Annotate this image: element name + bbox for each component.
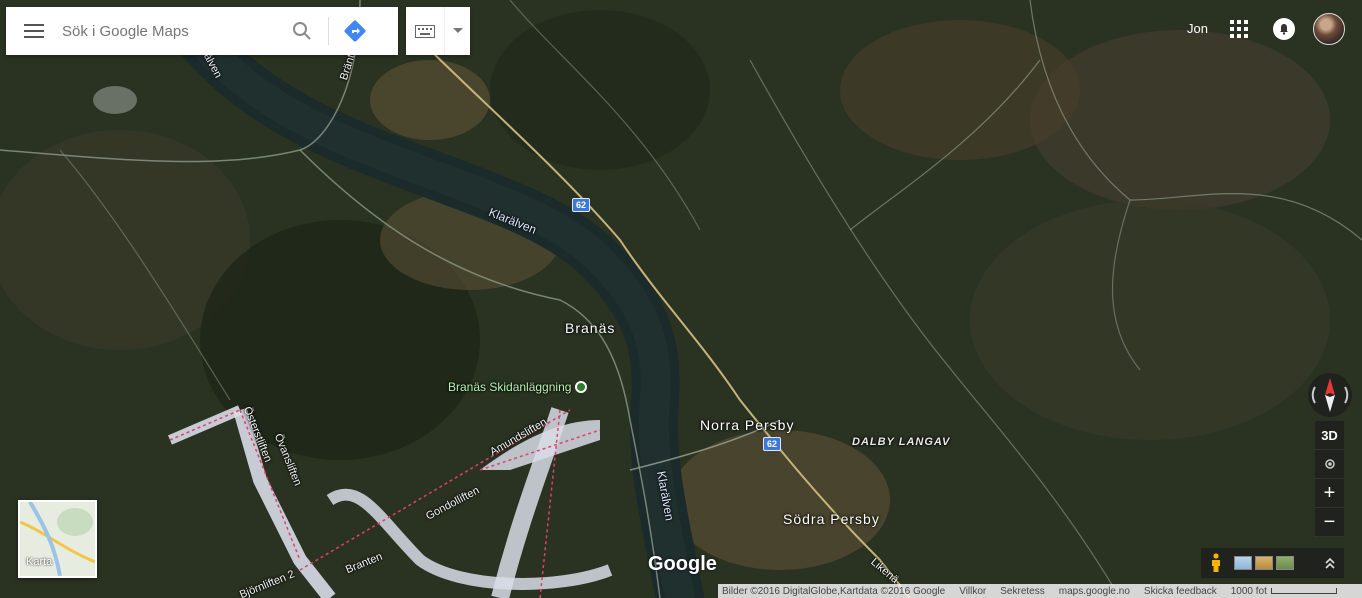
map-label-sodra-persby[interactable]: Södra Persby — [783, 511, 880, 527]
road-shield-62: 62 — [572, 198, 591, 212]
keyboard-button[interactable] — [406, 7, 444, 55]
bell-icon — [1280, 24, 1288, 35]
feedback-link[interactable]: Skicka feedback — [1144, 586, 1217, 597]
avatar[interactable] — [1313, 13, 1345, 45]
scale-label: 1000 fot — [1230, 585, 1267, 597]
directions-icon — [344, 20, 366, 42]
chevron-down-icon — [452, 28, 463, 33]
ski-resort-pin-icon[interactable] — [575, 381, 587, 393]
pegman-button[interactable] — [1201, 548, 1231, 578]
apps-grid-icon[interactable] — [1229, 19, 1249, 39]
location-icon — [1324, 459, 1335, 469]
imagery-thumb-2[interactable] — [1255, 556, 1273, 570]
imagery-thumb-3[interactable] — [1276, 556, 1294, 570]
notifications-button[interactable] — [1273, 18, 1295, 40]
map-label-dalby[interactable]: DALBY LANGAV — [852, 436, 950, 448]
minimap-label: Karta — [26, 556, 53, 568]
privacy-link[interactable]: Sekretess — [1000, 586, 1044, 597]
google-logo: Google — [648, 553, 717, 575]
map-label-ski-resort[interactable]: Branäs Skidanläggning — [448, 380, 571, 394]
scale-control[interactable]: 1000 fot — [1231, 586, 1351, 597]
keyboard-icon — [415, 24, 435, 38]
directions-button[interactable] — [335, 7, 375, 55]
attribution-footer: Bilder ©2016 DigitalGlobe,Kartdata ©2016… — [718, 584, 1362, 598]
chevron-up-double-icon — [1325, 557, 1335, 569]
road-shield-62: 62 — [763, 437, 782, 451]
map-controls: 3D + − — [1315, 421, 1344, 537]
search-box — [6, 7, 398, 55]
imagery-thumb-1[interactable] — [1234, 556, 1252, 570]
pegman-icon — [1212, 553, 1220, 572]
search-input[interactable] — [62, 22, 282, 40]
3d-toggle-button[interactable]: 3D — [1315, 421, 1344, 450]
imagery-attribution[interactable]: Bilder ©2016 DigitalGlobe,Kartdata ©2016… — [722, 586, 945, 597]
compass-icon[interactable] — [1307, 372, 1353, 418]
my-location-button[interactable] — [1315, 450, 1344, 479]
map-label-norra-persby[interactable]: Norra Persby — [700, 417, 794, 433]
search-divider — [328, 17, 329, 45]
domain-link[interactable]: maps.google.no — [1059, 586, 1130, 597]
terms-link[interactable]: Villkor — [959, 586, 986, 597]
satellite-map[interactable] — [0, 0, 1362, 598]
hamburger-menu-icon — [24, 24, 44, 38]
menu-button[interactable] — [6, 7, 62, 55]
input-tools — [406, 7, 470, 55]
minimap-map-toggle[interactable]: Karta — [18, 500, 97, 578]
zoom-out-button[interactable]: − — [1315, 508, 1344, 537]
scale-bar — [1270, 587, 1337, 594]
search-icon — [293, 22, 311, 40]
expand-imagery-button[interactable] — [1316, 548, 1344, 578]
user-name[interactable]: Jon — [1187, 21, 1208, 36]
input-tools-dropdown[interactable] — [444, 7, 470, 55]
zoom-in-button[interactable]: + — [1315, 479, 1344, 508]
layers-bar — [1201, 548, 1344, 578]
search-button[interactable] — [282, 7, 322, 55]
map-label-branas[interactable]: Branäs — [565, 320, 615, 336]
